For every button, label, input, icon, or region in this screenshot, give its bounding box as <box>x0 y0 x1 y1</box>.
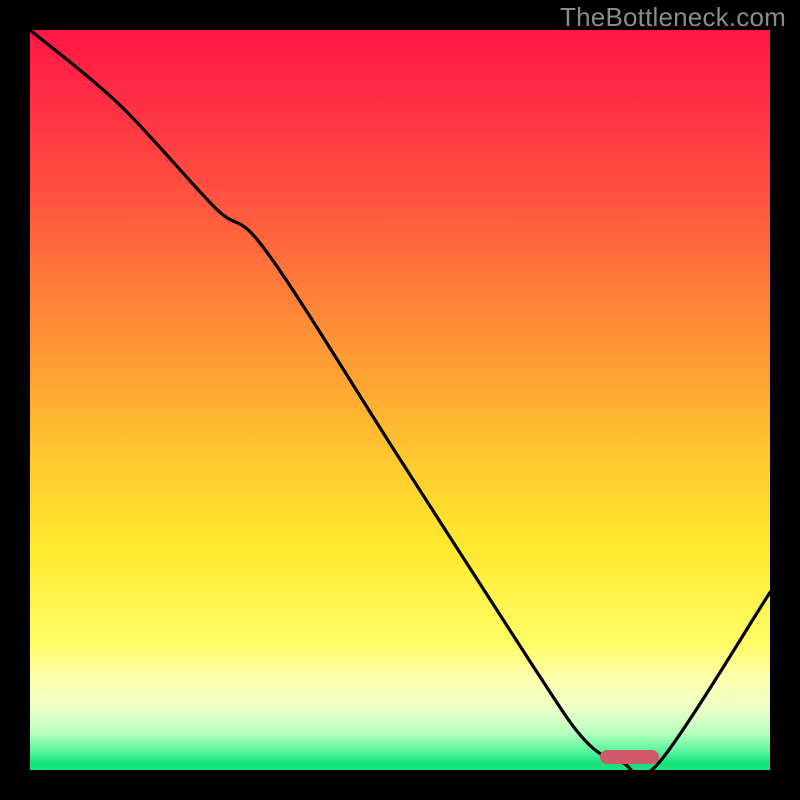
optimal-marker <box>600 750 659 764</box>
bottleneck-curve <box>30 30 770 770</box>
chart-frame: TheBottleneck.com <box>0 0 800 800</box>
plot-area <box>30 30 770 770</box>
curve-path <box>30 30 770 776</box>
watermark-text: TheBottleneck.com <box>560 2 786 33</box>
